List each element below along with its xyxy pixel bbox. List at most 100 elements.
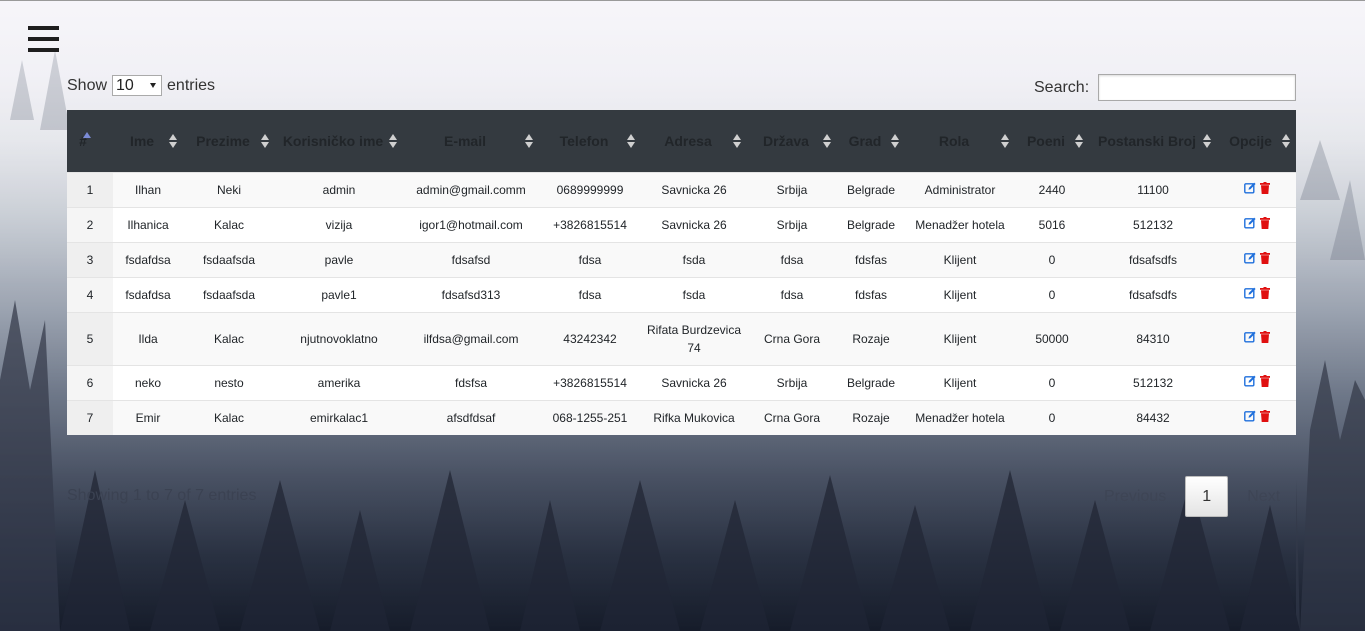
table-cell: 068-1255-251: [539, 399, 641, 435]
table-row: 6 neko nesto amerika fdsfsa +3826815514 Savnic…: [67, 364, 1296, 400]
table-cell: fsdaafsda: [183, 241, 275, 277]
edit-icon[interactable]: [1243, 182, 1256, 194]
row-actions-cell: [1217, 206, 1296, 242]
row-actions-cell: [1217, 241, 1296, 277]
edit-icon[interactable]: [1243, 375, 1256, 387]
table-cell: Kalac: [183, 399, 275, 435]
table-cell: 6: [67, 364, 113, 400]
table-cell: Kalac: [183, 311, 275, 365]
table-cell: Belgrade: [837, 206, 905, 242]
search-input[interactable]: [1098, 74, 1297, 101]
table-header-row: # Ime Prezime Korisničko ime E-mail Telefon Ad…: [67, 110, 1296, 172]
page-button-1[interactable]: 1: [1185, 476, 1229, 517]
edit-icon[interactable]: [1243, 217, 1256, 229]
column-header-e-mail[interactable]: E-mail: [403, 110, 539, 172]
table-cell: nesto: [183, 364, 275, 400]
column-header-prezime[interactable]: Prezime: [183, 110, 275, 172]
column-header-label: Telefon: [559, 132, 609, 149]
table-cell: 1: [67, 171, 113, 207]
column-header-korisničko-ime[interactable]: Korisničko ime: [275, 110, 403, 172]
entries-length-control: Show 10 entries: [67, 75, 215, 96]
trash-icon[interactable]: [1259, 374, 1270, 387]
table-cell: fsdafdsa: [113, 276, 183, 312]
column-header-label: Prezime: [196, 132, 250, 149]
hamburger-menu-icon[interactable]: [28, 26, 59, 52]
table-cell: Klijent: [905, 364, 1015, 400]
search-control: Search:: [1034, 74, 1297, 101]
sort-both-icon: [627, 133, 635, 148]
table-row: 2 Ilhanica Kalac vizija igor1@hotmail.com +38…: [67, 206, 1296, 242]
table-cell: Menadžer hotela: [905, 206, 1015, 242]
previous-button[interactable]: Previous: [1104, 488, 1166, 506]
table-cell: Klijent: [905, 276, 1015, 312]
trash-icon[interactable]: [1259, 251, 1270, 264]
table-cell: Rozaje: [837, 399, 905, 435]
table-cell: 4: [67, 276, 113, 312]
table-cell: Savnicka 26: [641, 171, 747, 207]
table-cell: 0: [1015, 276, 1089, 312]
trash-icon[interactable]: [1259, 216, 1270, 229]
table-cell: Rifka Mukovica: [641, 399, 747, 435]
table-cell: Crna Gora: [747, 311, 837, 365]
column-header-telefon[interactable]: Telefon: [539, 110, 641, 172]
column-header-adresa[interactable]: Adresa: [641, 110, 747, 172]
table-cell: Neki: [183, 171, 275, 207]
table-cell: Srbija: [747, 364, 837, 400]
column-header-opcije[interactable]: Opcije: [1217, 110, 1296, 172]
table-cell: Klijent: [905, 241, 1015, 277]
sort-both-icon: [891, 133, 899, 148]
table-cell: Ilhanica: [113, 206, 183, 242]
edit-icon[interactable]: [1243, 287, 1256, 299]
table-cell: Kalac: [183, 206, 275, 242]
entries-per-page-select[interactable]: 10: [112, 75, 163, 96]
users-table: # Ime Prezime Korisničko ime E-mail Telefon Ad…: [67, 110, 1296, 435]
table-cell: fdsfsa: [403, 364, 539, 400]
table-cell: +3826815514: [539, 206, 641, 242]
sort-both-icon: [1075, 133, 1083, 148]
column-header-država[interactable]: Država: [747, 110, 837, 172]
row-actions-cell: [1217, 171, 1296, 207]
table-cell: emirkalac1: [275, 399, 403, 435]
trash-icon[interactable]: [1259, 330, 1270, 343]
trash-icon[interactable]: [1259, 181, 1270, 194]
table-cell: Crna Gora: [747, 399, 837, 435]
table-cell: Savnicka 26: [641, 364, 747, 400]
table-cell: 0689999999: [539, 171, 641, 207]
column-header-grad[interactable]: Grad: [837, 110, 905, 172]
column-header-postanski-broj[interactable]: Postanski Broj: [1089, 110, 1217, 172]
next-button[interactable]: Next: [1247, 488, 1280, 506]
table-cell: fdsa: [539, 241, 641, 277]
column-header-label: Ime: [129, 132, 155, 149]
trash-icon[interactable]: [1259, 286, 1270, 299]
column-header-ime[interactable]: Ime: [113, 110, 183, 172]
column-header-index[interactable]: #: [67, 110, 113, 172]
table-row: 1 Ilhan Neki admin admin@gmail.comm 068999999…: [67, 171, 1296, 207]
edit-icon[interactable]: [1243, 331, 1256, 343]
table-cell: 0: [1015, 364, 1089, 400]
table-cell: ilfdsa@gmail.com: [403, 311, 539, 365]
row-actions-cell: [1217, 311, 1296, 365]
entries-per-page-value: 10: [116, 77, 134, 94]
table-cell: 512132: [1089, 364, 1217, 400]
column-header-label: Korisničko ime: [282, 132, 384, 149]
table-cell: 0: [1015, 399, 1089, 435]
edit-icon[interactable]: [1243, 410, 1256, 422]
row-actions-cell: [1217, 399, 1296, 435]
sort-both-icon: [823, 133, 831, 148]
column-header-rola[interactable]: Rola: [905, 110, 1015, 172]
table-cell: +3826815514: [539, 364, 641, 400]
table-row: 5 Ilda Kalac njutnovoklatno ilfdsa@gmail.com…: [67, 311, 1296, 365]
trash-icon[interactable]: [1259, 409, 1270, 422]
row-actions-cell: [1217, 276, 1296, 312]
table-cell: neko: [113, 364, 183, 400]
table-cell: fdsfas: [837, 241, 905, 277]
table-cell: 512132: [1089, 206, 1217, 242]
row-actions-cell: [1217, 364, 1296, 400]
column-header-label: Grad: [848, 132, 882, 149]
edit-icon[interactable]: [1243, 252, 1256, 264]
table-cell: pavle1: [275, 276, 403, 312]
table-cell: 11100: [1089, 171, 1217, 207]
table-cell: 5016: [1015, 206, 1089, 242]
column-header-poeni[interactable]: Poeni: [1015, 110, 1089, 172]
table-cell: Rozaje: [837, 311, 905, 365]
